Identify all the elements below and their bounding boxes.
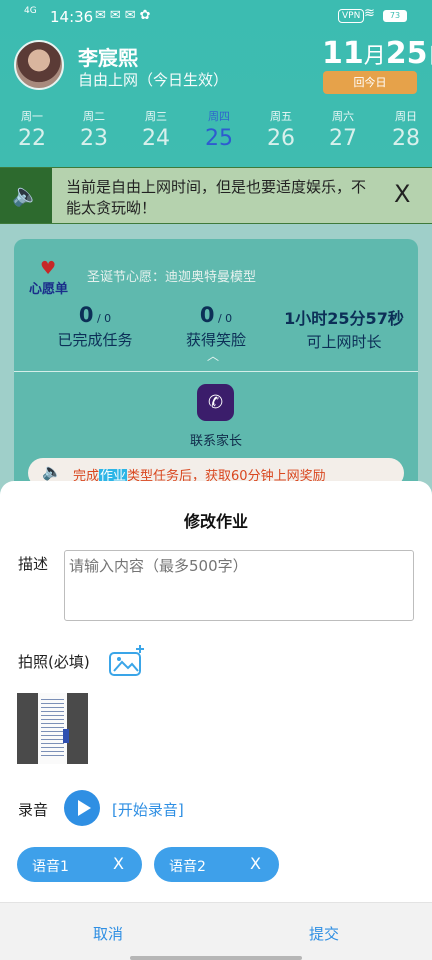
week-strip: 周一 22 周二 23 周三 24 周四 25 周五 26 周六 27 周日 28 bbox=[0, 108, 432, 156]
day-label: 周二 bbox=[83, 110, 105, 123]
description-label: 描述 bbox=[18, 555, 49, 573]
day-mon[interactable]: 周一 22 bbox=[4, 108, 60, 151]
document-image bbox=[38, 693, 69, 764]
sheet-title: 修改作业 bbox=[183, 512, 248, 531]
stat-suffix: / 0 bbox=[214, 312, 233, 325]
day-date: 22 bbox=[18, 126, 46, 151]
day-thu[interactable]: 周四 25 bbox=[191, 108, 247, 151]
voice-remove-button[interactable]: X bbox=[113, 854, 124, 873]
voice-remove-button[interactable]: X bbox=[250, 854, 261, 873]
day-label: 周日 bbox=[395, 110, 417, 123]
day-fri[interactable]: 周五 26 bbox=[253, 108, 309, 151]
wifi-icon: ≋ bbox=[364, 6, 375, 21]
stat-value: 0 bbox=[78, 303, 94, 327]
day-sat[interactable]: 周六 27 bbox=[315, 108, 371, 151]
header-area: 4G 14:36 ✉✉✉✿ VPN ≋ 73 李宸熙 自由上网（今日生效） 11… bbox=[0, 0, 432, 168]
notification-icons: ✉✉✉✿ bbox=[95, 8, 155, 23]
date-day-unit: 日 bbox=[428, 44, 432, 69]
wishlist-label[interactable]: 心愿单 bbox=[29, 278, 68, 297]
voice-chip-2[interactable]: 语音2 X bbox=[154, 847, 279, 882]
avatar[interactable] bbox=[14, 40, 64, 90]
day-date: 24 bbox=[142, 126, 170, 151]
play-icon[interactable] bbox=[64, 790, 100, 826]
day-date: 25 bbox=[205, 126, 233, 151]
voice-label: 语音1 bbox=[32, 859, 69, 875]
day-tue[interactable]: 周二 23 bbox=[66, 108, 122, 151]
status-bar: 4G 14:36 ✉✉✉✿ VPN ≋ 73 bbox=[0, 0, 432, 34]
stat-value: 1小时25分57秒 bbox=[284, 309, 404, 328]
speaker-icon: 🔈 bbox=[0, 168, 52, 223]
voice-label: 语音2 bbox=[169, 859, 206, 875]
day-date: 23 bbox=[80, 126, 108, 151]
stat-online-time: 1小时25分57秒 可上网时长 bbox=[279, 305, 409, 352]
mode-label: 自由上网（今日生效） bbox=[78, 71, 229, 89]
home-indicator[interactable] bbox=[130, 956, 302, 960]
stat-suffix: / 0 bbox=[93, 312, 112, 325]
vpn-badge: VPN bbox=[338, 9, 365, 23]
child-name: 李宸熙 bbox=[78, 46, 138, 70]
notice-close-button[interactable]: X bbox=[394, 180, 410, 208]
day-label: 周六 bbox=[332, 110, 354, 123]
submit-button[interactable]: 提交 bbox=[274, 923, 374, 944]
stat-tasks: 0 / 0 已完成任务 bbox=[40, 303, 150, 350]
start-recording-link[interactable]: [开始录音] bbox=[112, 799, 184, 820]
phone-icon[interactable]: ✆ bbox=[197, 384, 234, 421]
day-label: 周一 bbox=[21, 110, 43, 123]
photo-label: 拍照(必填) bbox=[18, 653, 90, 671]
day-date: 26 bbox=[267, 126, 295, 151]
network-indicator: 4G bbox=[24, 6, 37, 16]
sheet-footer: 取消 提交 bbox=[0, 902, 432, 960]
add-photo-icon[interactable] bbox=[108, 644, 146, 677]
back-to-today-button[interactable]: 回今日 bbox=[323, 71, 417, 94]
status-time: 14:36 bbox=[50, 8, 94, 26]
day-sun[interactable]: 周日 28 bbox=[378, 108, 432, 151]
day-label: 周四 bbox=[208, 110, 230, 123]
day-label: 周五 bbox=[270, 110, 292, 123]
speaker-icon: 🔈 bbox=[42, 462, 62, 481]
day-wed[interactable]: 周三 24 bbox=[128, 108, 184, 151]
notice-banner: 🔈 当前是自由上网时间，但是也要适度娱乐，不能太贪玩呦！ X bbox=[0, 167, 432, 224]
day-date: 27 bbox=[329, 126, 357, 151]
day-date: 28 bbox=[392, 126, 420, 151]
stat-label: 可上网时长 bbox=[306, 333, 382, 351]
battery-icon: 73 bbox=[383, 10, 407, 22]
stat-smiles: 0 / 0 获得笑脸 bbox=[161, 303, 271, 350]
heart-icon: ♥ bbox=[40, 258, 57, 279]
voice-chip-1[interactable]: 语音1 X bbox=[17, 847, 142, 882]
notice-text: 当前是自由上网时间，但是也要适度娱乐，不能太贪玩呦！ bbox=[66, 178, 367, 217]
contact-parents-label[interactable]: 联系家长 bbox=[190, 430, 242, 449]
photo-thumbnail[interactable] bbox=[17, 693, 88, 764]
date-day: 25 bbox=[385, 36, 428, 71]
day-label: 周三 bbox=[145, 110, 167, 123]
wish-text: 圣诞节心愿：迪迦奥特曼模型 bbox=[87, 270, 257, 285]
edit-homework-sheet: 修改作业 描述 拍照(必填) 录音 [开始录音] 语音1 X 语音2 X 取消 … bbox=[0, 481, 432, 960]
stat-value: 0 bbox=[199, 303, 215, 327]
description-input[interactable] bbox=[64, 550, 414, 621]
summary-card: ♥ 心愿单 圣诞节心愿：迪迦奥特曼模型 0 / 0 已完成任务 0 / 0 获得… bbox=[14, 239, 418, 499]
cancel-button[interactable]: 取消 bbox=[58, 923, 158, 944]
chevron-up-icon[interactable]: ︿ bbox=[207, 347, 219, 364]
date-month: 11 bbox=[322, 36, 364, 71]
divider bbox=[14, 371, 418, 372]
date-month-unit: 月 bbox=[363, 44, 386, 69]
stat-label: 已完成任务 bbox=[57, 331, 133, 349]
current-date: 11月25日 bbox=[322, 36, 432, 71]
record-label: 录音 bbox=[18, 801, 49, 819]
